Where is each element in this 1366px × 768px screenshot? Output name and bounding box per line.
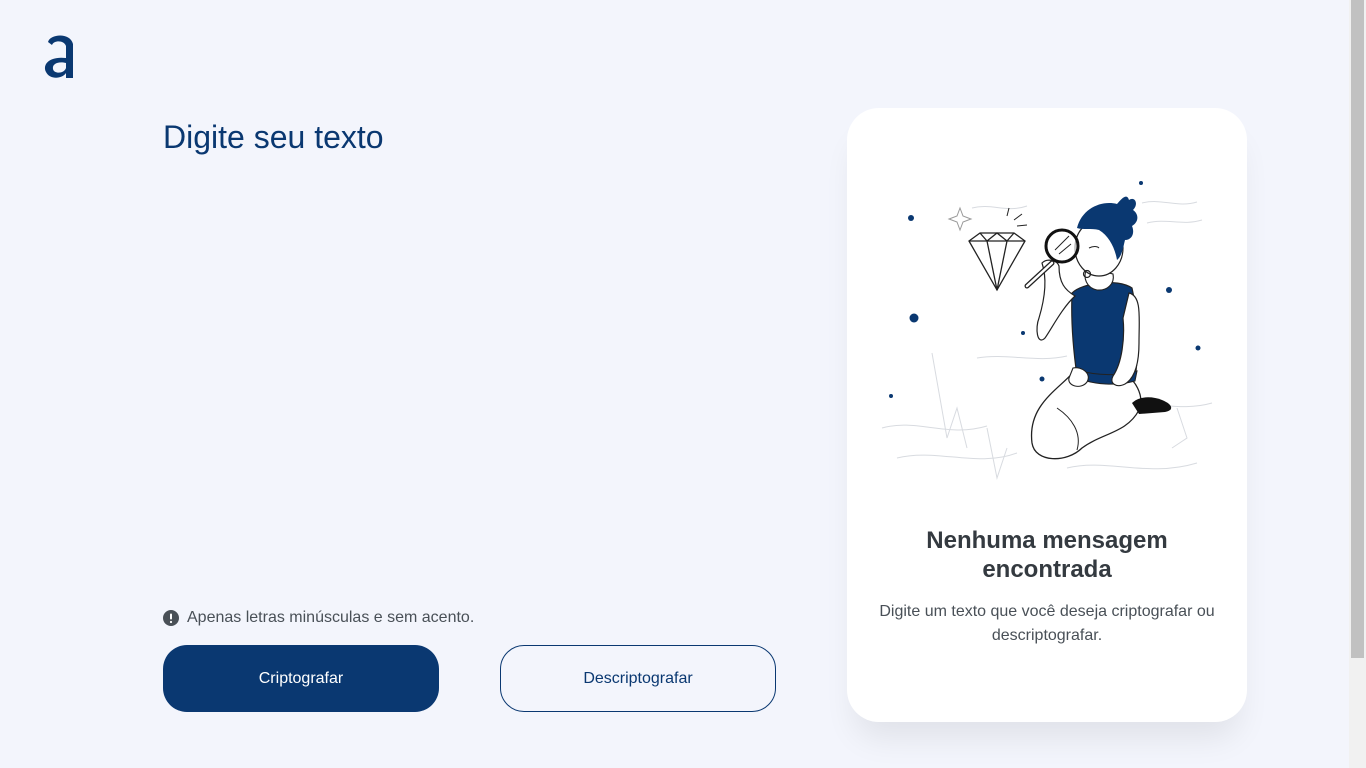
exclamation-circle-icon — [163, 610, 179, 626]
alura-logo-icon — [44, 35, 73, 78]
person-with-magnifying-glass-illustration — [881, 181, 1213, 480]
message-input[interactable] — [163, 110, 783, 580]
hint-text: Apenas letras minúsculas e sem acento. — [187, 609, 475, 626]
result-panel: Nenhuma mensagem encontrada Digite um te… — [847, 108, 1247, 722]
empty-state-description: Digite um texto que você deseja criptogr… — [879, 603, 1215, 644]
input-hint: Apenas letras minúsculas e sem acento. — [163, 609, 474, 627]
page: Apenas letras minúsculas e sem acento. C… — [0, 0, 1366, 768]
scrollbar-thumb[interactable] — [1351, 0, 1364, 658]
page-scrollbar[interactable] — [1349, 0, 1366, 768]
encrypt-button[interactable]: Criptografar — [163, 645, 439, 712]
decrypt-button[interactable]: Descriptografar — [500, 645, 776, 712]
empty-state-title: Nenhuma mensagem encontrada — [926, 527, 1168, 583]
